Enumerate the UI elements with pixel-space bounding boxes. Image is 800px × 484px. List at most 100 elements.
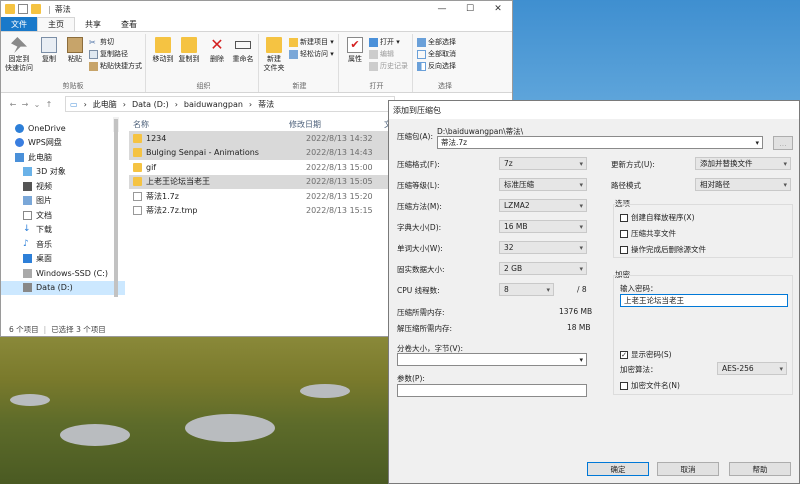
sidebar-item-documents[interactable]: 文档 (1, 208, 125, 223)
sidebar-item-drive-d[interactable]: Data (D:) (1, 280, 125, 295)
tab-home[interactable]: 主页 (37, 17, 75, 31)
sidebar-item-drive-c[interactable]: Windows-SSD (C:) (1, 266, 125, 281)
copy-button[interactable]: 复制 (37, 37, 61, 64)
move-to-icon (155, 37, 171, 53)
sidebar-scrollbar[interactable] (113, 117, 119, 297)
file-name: gif (146, 162, 157, 172)
folder-icon[interactable] (31, 4, 41, 14)
create-sfx-checkbox[interactable]: 创建自释放程序(X) (620, 212, 695, 223)
item-count: 6 个项目 (9, 324, 39, 334)
tab-file[interactable]: 文件 (1, 17, 37, 31)
history-button[interactable]: 历史记录 (369, 61, 408, 71)
address-bar[interactable]: ▭ › 此电脑 › Data (D:) › baiduwangpan › 蒂法 (65, 96, 395, 112)
open-group-label: 打开 (369, 82, 384, 90)
cancel-button[interactable]: 取消 (657, 462, 719, 476)
tab-view[interactable]: 查看 (111, 17, 147, 31)
select-none-button[interactable]: 全部取消 (417, 49, 456, 59)
copy-path-button[interactable]: 复制路径 (89, 49, 128, 59)
sidebar-item-this-pc[interactable]: 此电脑 (1, 150, 125, 165)
dict-select[interactable]: 16 MB (499, 220, 587, 233)
wps-cloud-icon (15, 138, 24, 148)
cloud-icon (15, 123, 24, 133)
pin-quick-access-button[interactable]: 固定到 快速访问 (4, 37, 34, 73)
back-arrow-icon[interactable]: ← (7, 100, 19, 109)
ok-button[interactable]: 确定 (587, 462, 649, 476)
password-input[interactable]: 上老王论坛当老王 (620, 294, 788, 307)
music-note-icon: ♪ (23, 238, 29, 249)
sidebar-item-desktop[interactable]: 桌面 (1, 252, 125, 267)
easy-access-button[interactable]: 轻松访问 ▾ (289, 49, 334, 59)
new-folder-icon (266, 37, 282, 53)
paste-button[interactable]: 粘贴 (63, 37, 87, 64)
browse-button[interactable]: ... (773, 136, 793, 150)
encrypt-names-checkbox[interactable]: 加密文件名(N) (620, 380, 680, 391)
cpu-select[interactable]: 8 (499, 283, 554, 296)
level-select[interactable]: 标准压缩 (499, 178, 587, 191)
pin-icon (11, 37, 27, 53)
delete-button[interactable]: ✕ 删除 (205, 37, 229, 64)
sidebar-item-wps[interactable]: WPS网盘 (1, 136, 125, 151)
breadcrumb-drive[interactable]: Data (D:) (132, 100, 169, 109)
params-input[interactable] (397, 384, 587, 397)
enc-method-select[interactable]: AES-256 (717, 362, 787, 375)
update-select[interactable]: 添加并替换文件 (695, 157, 791, 170)
rename-button[interactable]: 重命名 (231, 37, 255, 64)
select-all-button[interactable]: 全部选择 (417, 37, 456, 47)
cut-button[interactable]: ✂ 剪切 (89, 37, 114, 47)
minimize-button[interactable]: — (428, 4, 456, 14)
forward-arrow-icon[interactable]: → (19, 100, 31, 109)
quick-access-icon[interactable] (18, 4, 28, 14)
invert-selection-button[interactable]: 反向选择 (417, 61, 456, 71)
show-password-checkbox[interactable]: ✓ 显示密码(S) (620, 349, 672, 360)
column-name[interactable]: 名称 (129, 119, 289, 130)
maximize-button[interactable]: ☐ (456, 4, 484, 14)
select-group-label: 选择 (438, 82, 452, 90)
word-select[interactable]: 32 (499, 241, 587, 254)
paste-shortcut-button[interactable]: 粘贴快捷方式 (89, 61, 142, 71)
method-select[interactable]: LZMA2 (499, 199, 587, 212)
params-label: 参数(P): (397, 374, 425, 383)
sidebar-item-videos[interactable]: 视频 (1, 179, 125, 194)
ribbon: 固定到 快速访问 复制 粘贴 ✂ 剪切 复制路径 粘贴快捷方式 剪贴板 移动到 复… (1, 31, 512, 93)
breadcrumb-baiduwangpan[interactable]: baiduwangpan (184, 100, 243, 109)
copy-to-button[interactable]: 复制到 (177, 37, 201, 64)
chevron-down-icon[interactable]: ⌄ (31, 100, 43, 109)
archive-name-combobox[interactable]: 蒂法.7z ▾ (437, 136, 763, 149)
add-to-archive-dialog: 添加到压缩包 压缩包(A): D:\baiduwangpan\蒂法\ 蒂法.7z… (388, 100, 800, 484)
sidebar-item-onedrive[interactable]: OneDrive (1, 121, 125, 136)
move-to-button[interactable]: 移动到 (151, 37, 175, 64)
mem-decompress-value: 18 MB (567, 323, 591, 332)
format-select[interactable]: 7z (499, 157, 587, 170)
desktop-icon (23, 254, 32, 264)
document-icon (23, 210, 32, 220)
sidebar-item-3d-objects[interactable]: 3D 对象 (1, 165, 125, 180)
clipboard-group: 固定到 快速访问 复制 粘贴 ✂ 剪切 复制路径 粘贴快捷方式 剪贴板 (1, 34, 146, 92)
word-label: 单词大小(W): (397, 244, 443, 253)
breadcrumb-this-pc[interactable]: 此电脑 (93, 99, 117, 110)
edit-button[interactable]: 编辑 (369, 49, 394, 59)
up-arrow-icon[interactable]: ↑ (43, 100, 55, 109)
folder-icon (133, 148, 142, 158)
properties-button[interactable]: ✔ 属性 (343, 37, 367, 64)
new-item-button[interactable]: 新建项目 ▾ (289, 37, 334, 47)
help-button[interactable]: 帮助 (729, 462, 791, 476)
new-folder-button[interactable]: 新建 文件夹 (261, 37, 287, 73)
compress-shared-checkbox[interactable]: 压缩共享文件 (620, 228, 676, 239)
file-name: 蒂法2.7z.tmp (146, 206, 198, 216)
window-title: 蒂法 (54, 4, 71, 14)
method-label: 压缩方法(M): (397, 202, 442, 211)
tab-share[interactable]: 共享 (75, 17, 111, 31)
sidebar-item-music[interactable]: ♪ 音乐 (1, 237, 125, 252)
breadcrumb-current[interactable]: 蒂法 (258, 99, 274, 110)
path-mode-select[interactable]: 相对路径 (695, 178, 791, 191)
sidebar-item-downloads[interactable]: ↓ 下载 (1, 223, 125, 238)
sidebar-item-pictures[interactable]: 图片 (1, 194, 125, 209)
open-button[interactable]: 打开 ▾ (369, 37, 400, 47)
column-date[interactable]: 修改日期 (289, 119, 384, 130)
cpu-label: CPU 线程数: (397, 286, 440, 295)
delete-after-checkbox[interactable]: 操作完成后删除源文件 (620, 244, 706, 255)
close-button[interactable]: ✕ (484, 4, 512, 14)
select-all-icon (417, 37, 426, 47)
split-combobox[interactable]: ▾ (397, 353, 587, 366)
solid-select[interactable]: 2 GB (499, 262, 587, 275)
